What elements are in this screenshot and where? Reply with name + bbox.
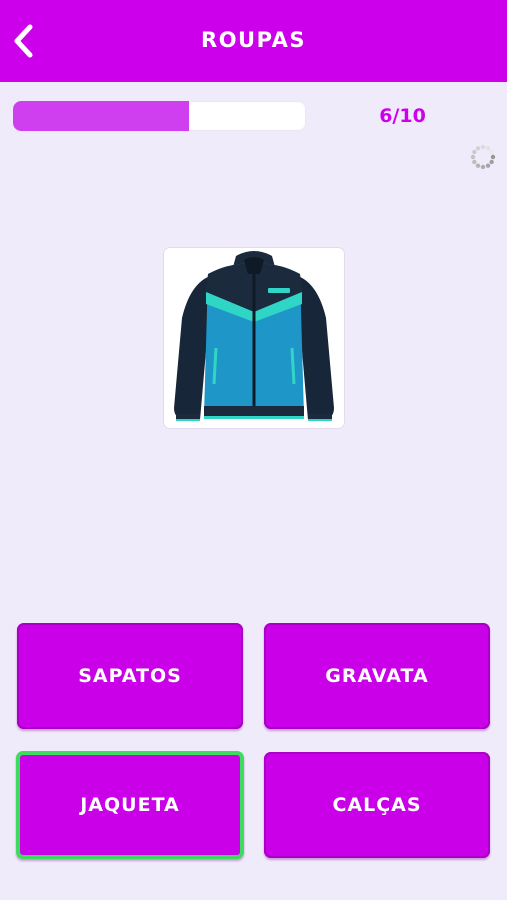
answer-button-sapatos[interactable]: SAPATOS [17, 623, 243, 729]
loading-spinner-icon [469, 143, 497, 171]
app-header: ROUPAS [0, 0, 507, 82]
progress-bar-fill [13, 101, 189, 131]
progress-counter: 6/10 [379, 105, 426, 127]
answer-button-calcas[interactable]: CALÇAS [264, 752, 490, 858]
answer-button-jaqueta[interactable]: JAQUETA [16, 751, 244, 859]
page-title: ROUPAS [201, 28, 306, 52]
back-button[interactable] [8, 22, 38, 60]
jacket-image [174, 251, 334, 421]
chevron-left-icon [14, 24, 33, 58]
progress-bar [13, 101, 306, 131]
question-image [164, 248, 344, 428]
answer-button-gravata[interactable]: GRAVATA [264, 623, 490, 729]
